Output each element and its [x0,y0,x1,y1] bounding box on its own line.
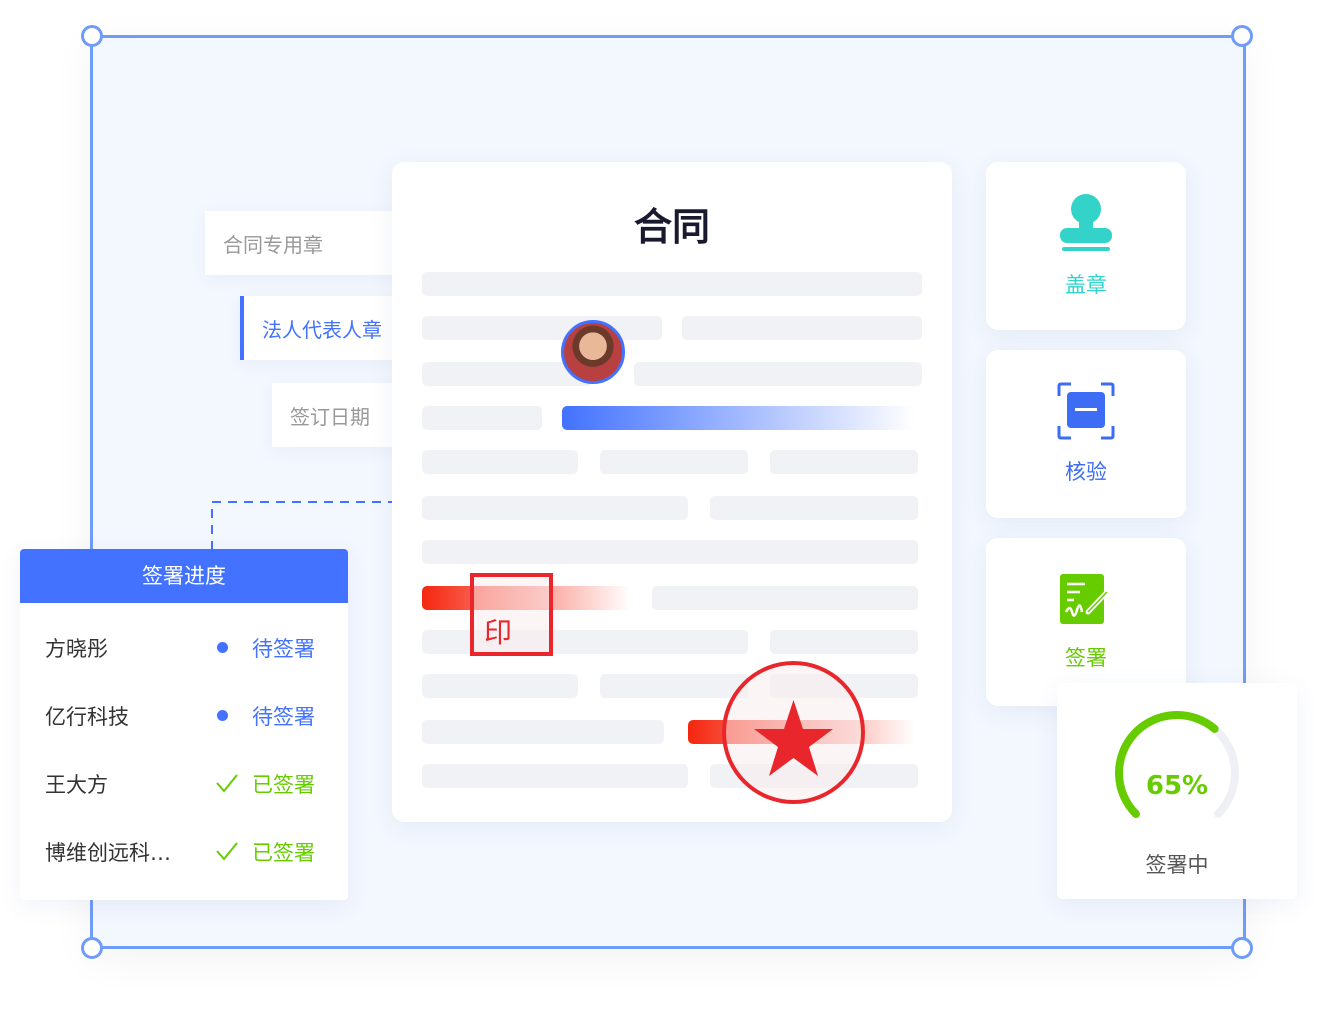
signer-row: 亿行科技 待签署 [20,695,348,735]
tool-label: 核验 [1065,460,1107,484]
signer-row: 王大方 已签署 [20,763,348,803]
text-placeholder [422,272,922,296]
resize-handle-top-left[interactable] [81,25,103,47]
signer-status: 待签署 [252,705,315,729]
stamp-icon [1060,194,1112,251]
text-placeholder [422,316,662,340]
tool-label: 签署 [1065,646,1107,670]
signer-name: 王大方 [45,773,108,797]
check-icon [216,774,238,793]
tab-legal-rep-seal[interactable]: 法人代表人章 [240,296,395,360]
square-seal[interactable]: 印 [470,573,553,656]
signer-row: 博维创远科… 已签署 [20,831,348,871]
dashed-connector [211,501,397,550]
signer-status: 已签署 [252,773,315,797]
text-placeholder [770,450,918,474]
signature-icon [1060,574,1110,624]
star-icon [754,700,833,776]
sign-tool-button[interactable]: 签署 [986,538,1186,706]
text-placeholder [422,406,542,430]
signer-name: 亿行科技 [45,705,129,729]
text-placeholder [634,362,922,386]
text-placeholder [770,630,918,654]
tab-sign-date[interactable]: 签订日期 [272,383,395,447]
resize-handle-bottom-left[interactable] [81,937,103,959]
text-placeholder [422,496,688,520]
text-placeholder [710,496,918,520]
tab-company-seal[interactable]: 合同专用章 [205,211,395,275]
signing-progress-panel: 签署进度 方晓彤 待签署 亿行科技 待签署 王大方 已签署 博维创远科… 已签署 [20,549,348,900]
panel-title: 签署进度 [20,549,348,603]
text-placeholder [422,540,918,564]
check-icon [216,842,238,861]
signer-name: 方晓彤 [45,637,108,661]
scan-verify-icon [1057,382,1115,440]
stamp-tool-button[interactable]: 盖章 [986,162,1186,330]
signer-name: 博维创远科… [45,841,171,865]
progress-gauge-card: 65% 签署中 [1057,683,1297,899]
signer-row: 方晓彤 待签署 [20,627,348,667]
gauge-value: 65% [1145,771,1209,801]
verify-tool-button[interactable]: 核验 [986,350,1186,518]
round-seal[interactable] [722,661,865,804]
tab-label: 法人代表人章 [262,317,382,342]
pending-dot-icon [217,642,228,653]
tool-label: 盖章 [1065,273,1107,297]
tab-label: 签订日期 [290,404,370,429]
highlight-bar [562,406,915,430]
tab-label: 合同专用章 [223,232,323,257]
contract-document: 合同 [392,162,952,822]
text-placeholder [422,674,578,698]
text-placeholder [422,720,664,744]
text-placeholder [682,316,922,340]
text-placeholder [652,586,918,610]
seal-label: 印 [484,616,513,649]
resize-handle-top-right[interactable] [1231,25,1253,47]
text-placeholder [422,450,578,474]
signer-status: 待签署 [252,637,315,661]
gauge-caption: 签署中 [1145,853,1209,877]
text-placeholder [600,450,748,474]
resize-handle-bottom-right[interactable] [1231,937,1253,959]
avatar [561,320,625,384]
pending-dot-icon [217,710,228,721]
contract-title: 合同 [633,205,710,249]
signer-status: 已签署 [252,841,315,865]
text-placeholder [422,764,688,788]
